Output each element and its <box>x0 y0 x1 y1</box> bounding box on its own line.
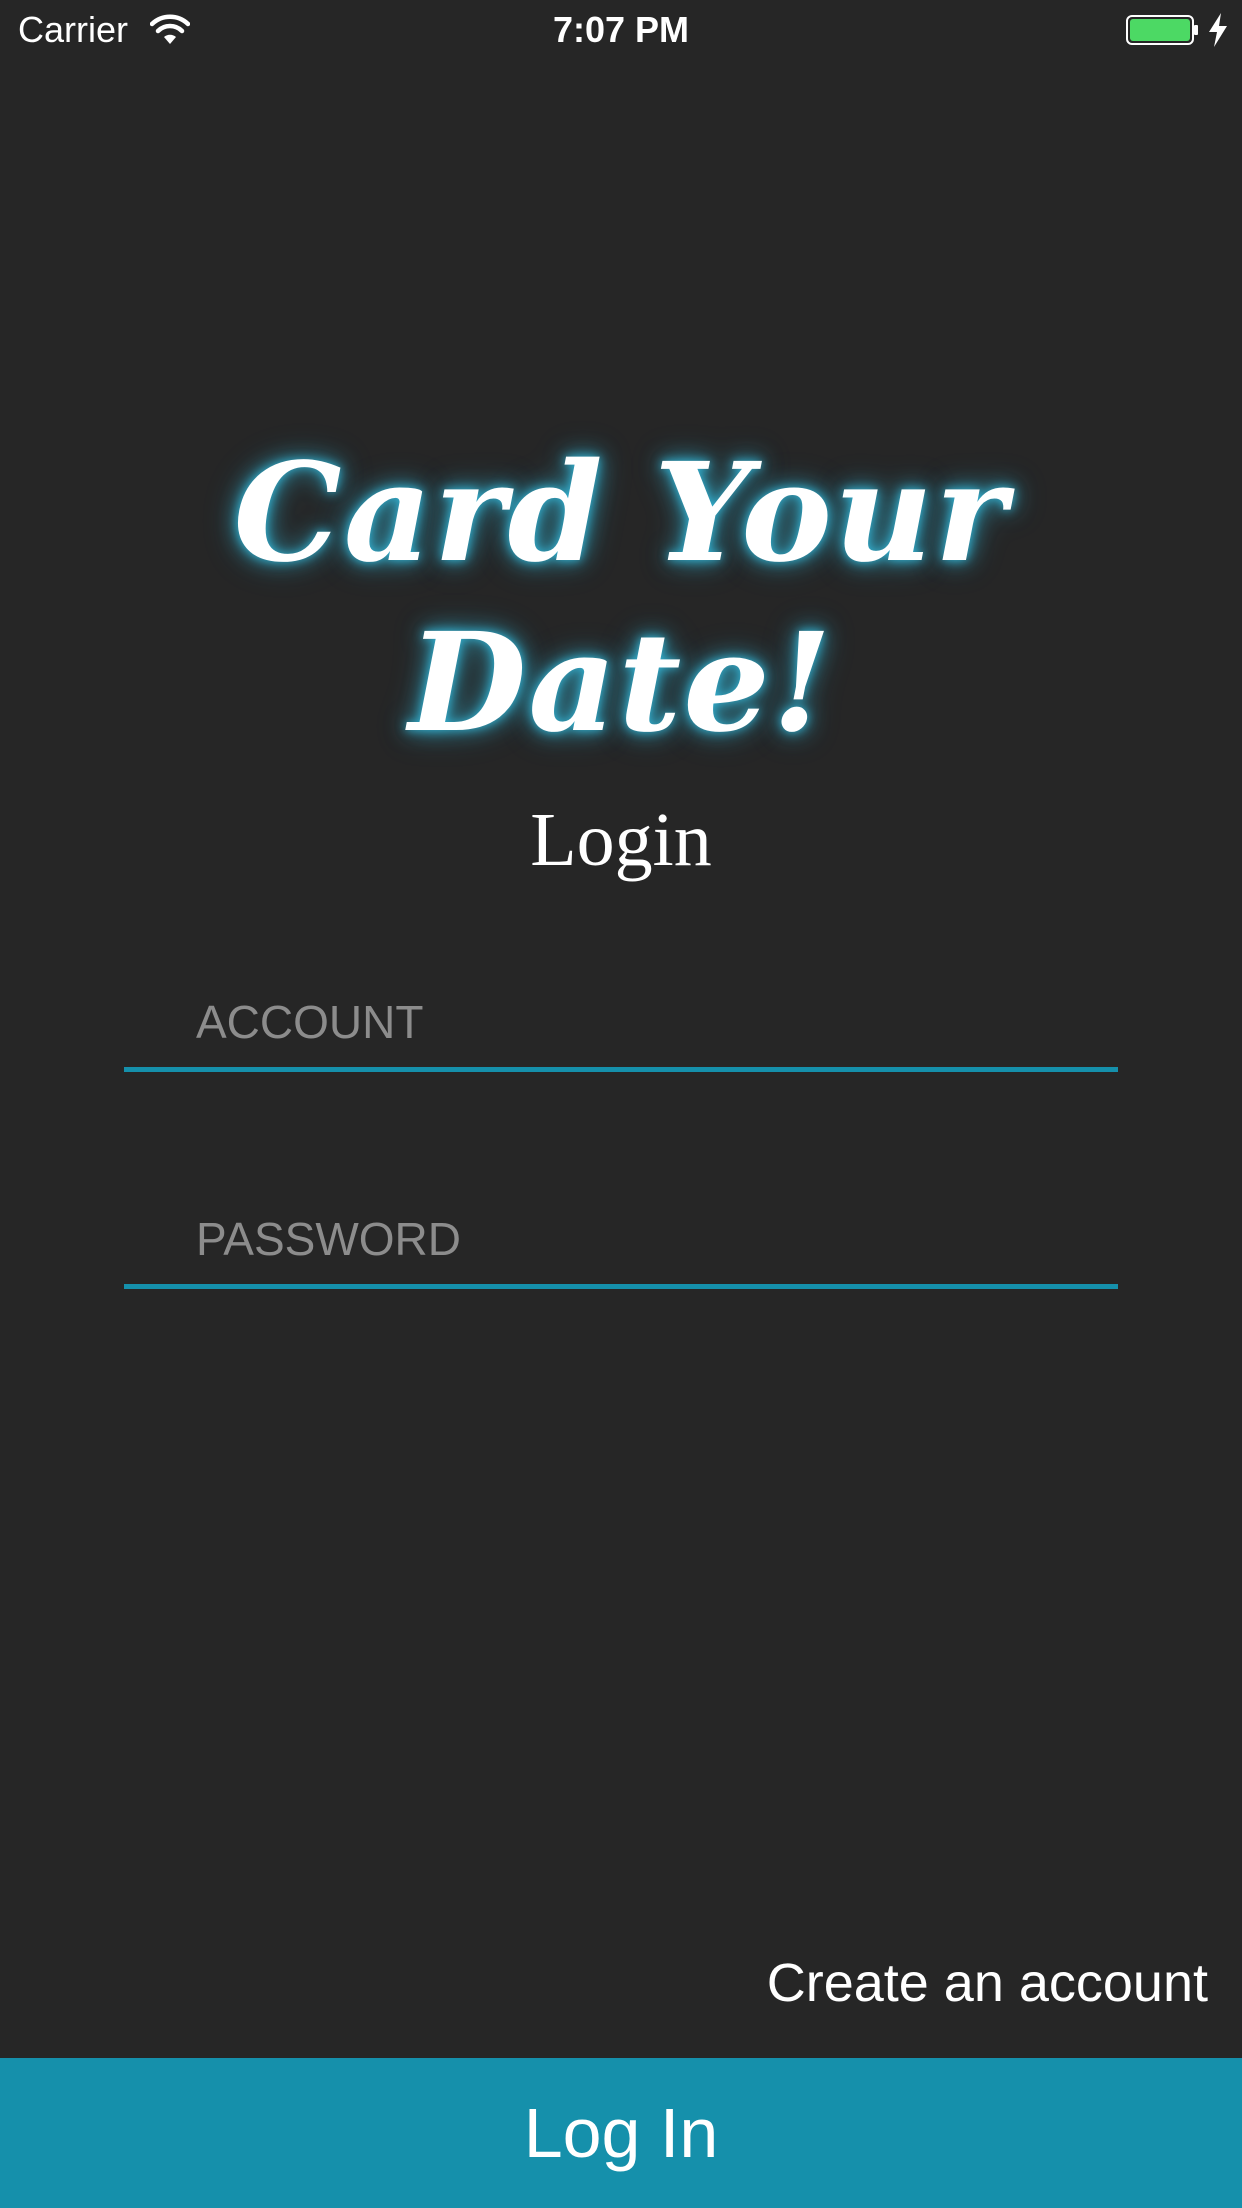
charging-icon <box>1206 12 1230 48</box>
account-input[interactable] <box>196 982 1096 1062</box>
status-time: 7:07 PM <box>552 9 690 50</box>
page-title: Login <box>530 798 712 882</box>
battery-icon <box>1126 14 1200 46</box>
status-bar: Carrier 7:07 PM <box>0 0 1242 60</box>
app-logo: Card Your Date! <box>233 433 1009 763</box>
account-field <box>124 982 1118 1072</box>
login-button[interactable]: Log In <box>0 2058 1242 2208</box>
password-field <box>124 1199 1118 1289</box>
create-account-link[interactable]: Create an account <box>767 1950 1208 2016</box>
password-input[interactable] <box>196 1199 1096 1279</box>
